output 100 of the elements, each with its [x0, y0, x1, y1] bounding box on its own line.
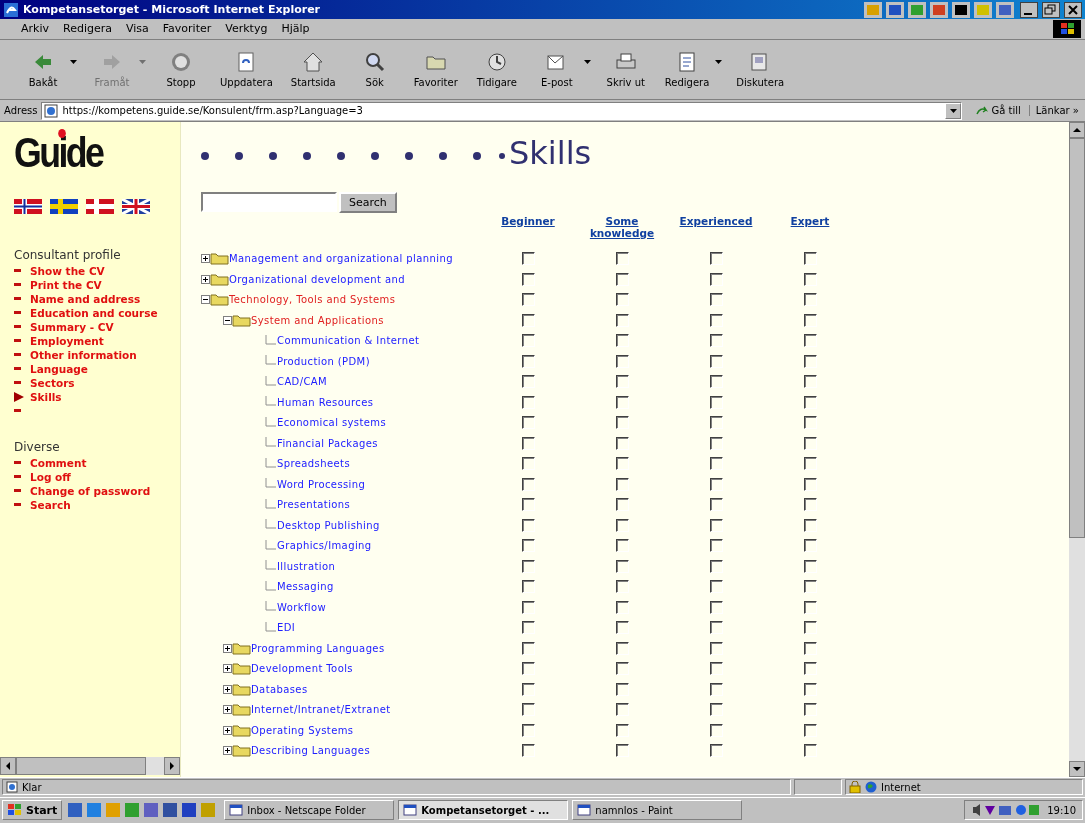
expand-icon[interactable]: [223, 664, 232, 674]
checkbox[interactable]: [615, 375, 629, 389]
column-header-link[interactable]: Some knowledge: [575, 214, 669, 239]
toolbar-button[interactable]: Diskutera: [728, 46, 793, 93]
denmark-flag-icon[interactable]: [86, 198, 114, 214]
checkbox[interactable]: [803, 293, 817, 307]
norway-flag-icon[interactable]: [14, 198, 42, 214]
tree-item-link[interactable]: Communication & Internet: [277, 335, 420, 347]
taskbar-button[interactable]: Inbox - Netscape Folder: [224, 800, 395, 821]
tree-item-link[interactable]: Illustration: [277, 560, 336, 572]
toolbar-button[interactable]: Uppdatera: [212, 46, 281, 93]
checkbox[interactable]: [615, 600, 629, 614]
menu-item[interactable]: Favoriter: [155, 22, 219, 36]
checkbox[interactable]: [803, 313, 817, 327]
toolbar-button[interactable]: Sök: [345, 46, 404, 93]
expand-icon[interactable]: [201, 274, 210, 284]
checkbox[interactable]: [521, 436, 535, 450]
checkbox[interactable]: [615, 477, 629, 491]
checkbox[interactable]: [521, 416, 535, 430]
column-header-link[interactable]: Beginner: [501, 214, 555, 227]
menu-item[interactable]: Hjälp: [274, 22, 317, 36]
checkbox[interactable]: [521, 580, 535, 594]
checkbox[interactable]: [709, 416, 723, 430]
checkbox[interactable]: [709, 621, 723, 635]
sidebar-link[interactable]: Education and course: [30, 306, 158, 319]
checkbox[interactable]: [521, 641, 535, 655]
checkbox[interactable]: [521, 600, 535, 614]
checkbox[interactable]: [709, 313, 723, 327]
tree-item-link[interactable]: Databases: [251, 683, 308, 695]
checkbox[interactable]: [803, 395, 817, 409]
checkbox[interactable]: [521, 354, 535, 368]
checkbox[interactable]: [615, 703, 629, 717]
expand-icon[interactable]: [223, 705, 232, 715]
checkbox[interactable]: [615, 744, 629, 758]
checkbox[interactable]: [615, 313, 629, 327]
checkbox[interactable]: [521, 272, 535, 286]
checkbox[interactable]: [803, 354, 817, 368]
dropdown-caret-icon[interactable]: [715, 60, 723, 65]
search-button[interactable]: Search: [339, 191, 397, 213]
checkbox[interactable]: [521, 252, 535, 266]
tree-item-link[interactable]: Desktop Publishing: [277, 519, 380, 531]
checkbox[interactable]: [521, 559, 535, 573]
tree-item-link[interactable]: Management and organizational planning: [229, 253, 453, 265]
start-button[interactable]: Start: [2, 800, 63, 821]
sidebar-link[interactable]: Search: [30, 498, 71, 511]
sidebar-link[interactable]: Summary - CV: [30, 320, 114, 333]
checkbox[interactable]: [803, 662, 817, 676]
tray-icons-drawing[interactable]: [971, 803, 1042, 818]
collapse-icon[interactable]: [223, 315, 232, 325]
checkbox[interactable]: [615, 272, 629, 286]
checkbox[interactable]: [615, 354, 629, 368]
checkbox[interactable]: [803, 498, 817, 512]
expand-icon[interactable]: [223, 725, 232, 735]
taskbar-button[interactable]: namnlos - Paint: [572, 800, 743, 821]
checkbox[interactable]: [709, 334, 723, 348]
taskbar-button[interactable]: Kompetansetorget - ...: [398, 800, 569, 821]
checkbox[interactable]: [521, 313, 535, 327]
checkbox[interactable]: [709, 600, 723, 614]
checkbox[interactable]: [709, 354, 723, 368]
checkbox[interactable]: [615, 518, 629, 532]
tree-item-link[interactable]: Graphics/Imaging: [277, 540, 372, 552]
sidebar-link[interactable]: Show the CV: [30, 264, 105, 277]
checkbox[interactable]: [615, 559, 629, 573]
scrollbar-thumb[interactable]: [1069, 137, 1085, 538]
checkbox[interactable]: [803, 457, 817, 471]
checkbox[interactable]: [709, 703, 723, 717]
menu-item[interactable]: Verktyg: [218, 22, 275, 36]
checkbox[interactable]: [615, 252, 629, 266]
checkbox[interactable]: [521, 375, 535, 389]
checkbox[interactable]: [615, 334, 629, 348]
checkbox[interactable]: [803, 559, 817, 573]
checkbox[interactable]: [803, 621, 817, 635]
tree-item-link[interactable]: Production (PDM): [277, 355, 370, 367]
checkbox[interactable]: [615, 723, 629, 737]
sidebar-link[interactable]: Change of password: [30, 484, 151, 497]
checkbox[interactable]: [709, 477, 723, 491]
sidebar-link[interactable]: Log off: [30, 470, 71, 483]
checkbox[interactable]: [521, 457, 535, 471]
scrollbar-thumb[interactable]: [16, 756, 146, 775]
checkbox[interactable]: [803, 477, 817, 491]
checkbox[interactable]: [709, 457, 723, 471]
checkbox[interactable]: [803, 334, 817, 348]
tree-item-link[interactable]: EDI: [277, 622, 296, 634]
checkbox[interactable]: [709, 662, 723, 676]
vertical-scrollbar[interactable]: [1069, 121, 1085, 777]
tree-item-link[interactable]: Workflow: [277, 601, 327, 613]
checkbox[interactable]: [615, 621, 629, 635]
checkbox[interactable]: [709, 723, 723, 737]
checkbox[interactable]: [709, 559, 723, 573]
checkbox[interactable]: [803, 539, 817, 553]
tree-item-link[interactable]: Human Resources: [277, 396, 374, 408]
checkbox[interactable]: [709, 272, 723, 286]
minimize-icon[interactable]: [1020, 1, 1038, 18]
tree-item-link[interactable]: Internet/Intranet/Extranet: [251, 704, 391, 716]
checkbox[interactable]: [615, 580, 629, 594]
checkbox[interactable]: [803, 580, 817, 594]
checkbox[interactable]: [709, 518, 723, 532]
column-header-link[interactable]: Expert: [790, 214, 830, 227]
checkbox[interactable]: [521, 395, 535, 409]
tree-item-link[interactable]: Messaging: [277, 581, 334, 593]
